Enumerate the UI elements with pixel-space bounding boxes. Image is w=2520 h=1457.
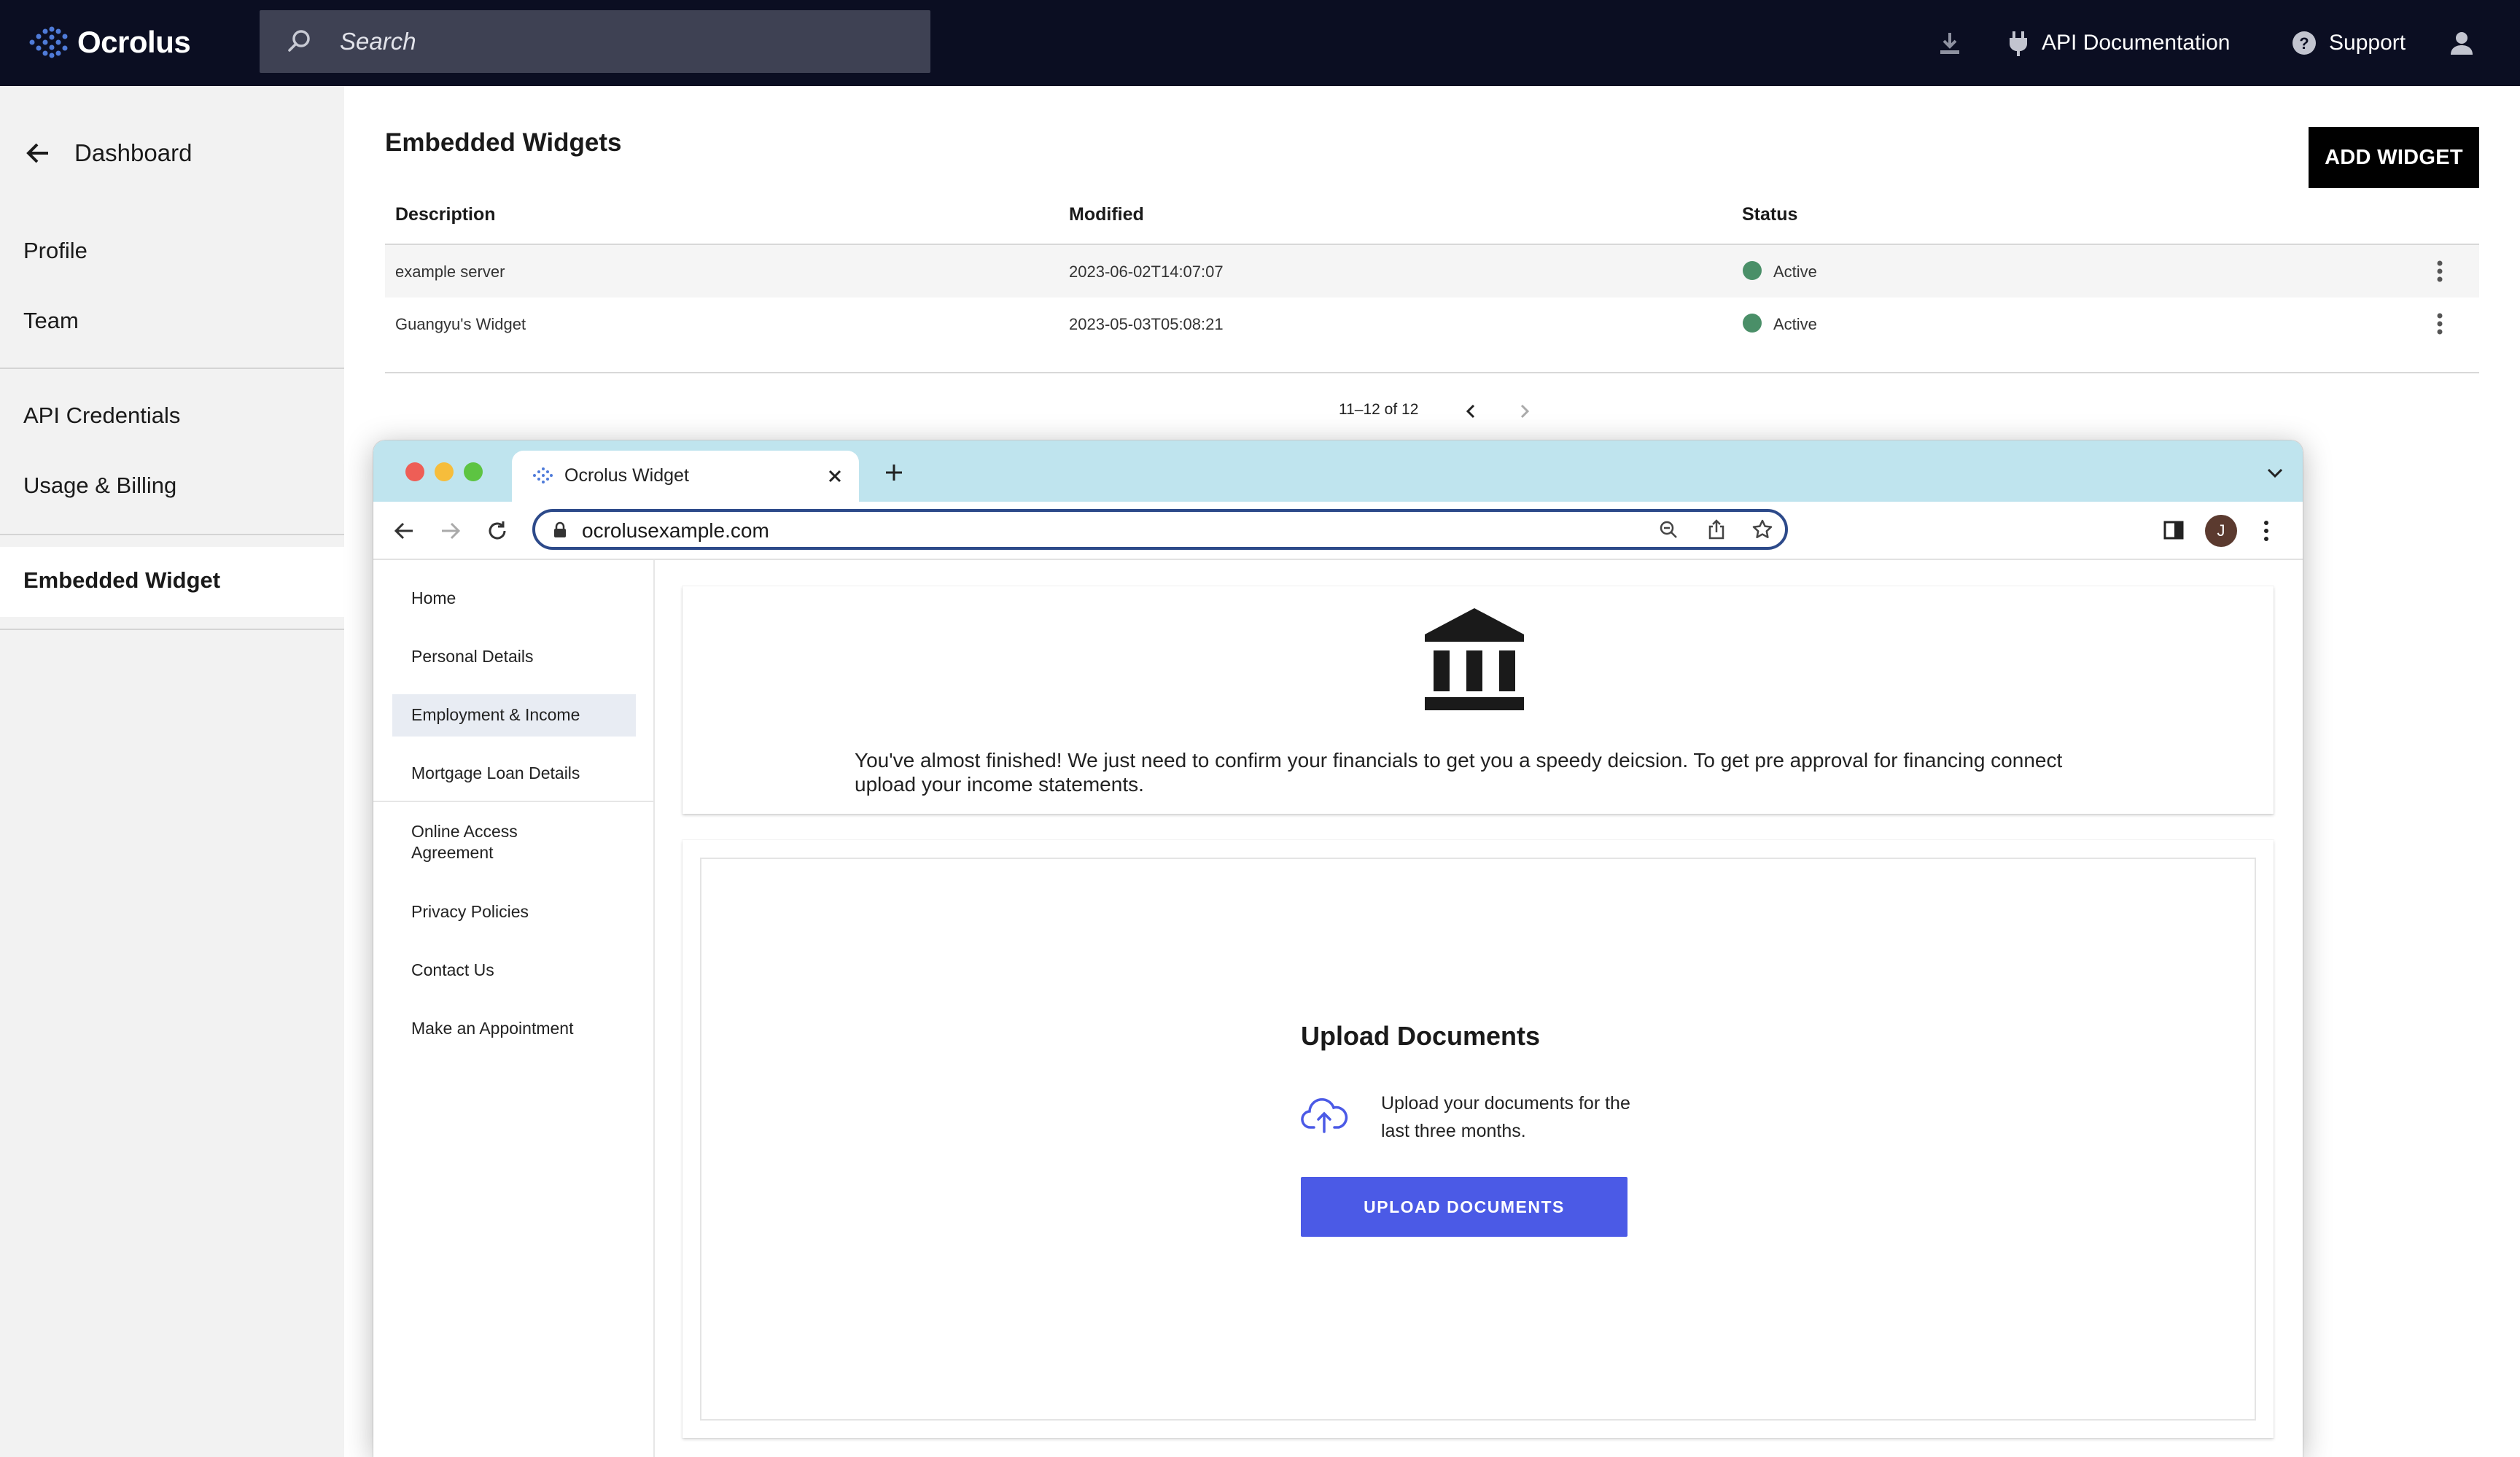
chevron-down-icon[interactable]: [2266, 467, 2284, 480]
help-icon: ?: [2292, 31, 2316, 55]
search-input[interactable]: [340, 10, 909, 73]
add-widget-button[interactable]: ADD WIDGET: [2309, 127, 2479, 188]
browser-tab-strip: Ocrolus Widget: [373, 440, 2303, 502]
bookmark-star-icon[interactable]: [1751, 518, 1773, 540]
row-status: Active: [1773, 315, 1817, 333]
sidebar-item-team[interactable]: Team: [23, 308, 79, 334]
ocrolus-favicon-icon: [533, 467, 553, 483]
reload-icon[interactable]: [486, 519, 509, 543]
browser-window: Ocrolus Widget ocrolusexample.com J Home…: [373, 440, 2303, 1457]
download-icon: [1940, 33, 1959, 54]
widget-nav-home[interactable]: Home: [411, 588, 456, 609]
page-title: Embedded Widgets: [385, 128, 622, 157]
search-icon: [288, 30, 310, 52]
lock-icon: [554, 521, 566, 537]
back-label: Dashboard: [74, 139, 192, 166]
row-description: Guangyu's Widget: [395, 315, 526, 333]
financials-message-card: You've almost finished! We just need to …: [682, 586, 2274, 814]
window-minimize-button[interactable]: [435, 462, 454, 481]
sidebar-divider: [0, 368, 344, 369]
address-bar[interactable]: ocrolusexample.com: [532, 509, 1788, 550]
financials-message: You've almost finished! We just need to …: [855, 749, 2063, 796]
share-icon[interactable]: [1706, 518, 1727, 540]
sidebar-item-embedded-widget[interactable]: Embedded Widget: [23, 567, 220, 594]
table-row[interactable]: example server 2023-06-02T14:07:07 Activ…: [385, 245, 2479, 298]
row-description: example server: [395, 263, 505, 281]
widget-nav-online-access-agreement[interactable]: Online Access Agreement: [411, 821, 572, 863]
cloud-upload-icon: [1301, 1097, 1348, 1133]
widget-sidebar: Home Personal Details Employment & Incom…: [373, 560, 655, 1457]
ocrolus-logo[interactable]: Ocrolus: [29, 25, 191, 60]
column-header-description[interactable]: Description: [395, 204, 496, 225]
table-row[interactable]: Guangyu's Widget 2023-05-03T05:08:21 Act…: [385, 298, 2479, 350]
window-close-button[interactable]: [405, 462, 424, 481]
download-button[interactable]: [1935, 0, 1964, 86]
table-footer-divider: [385, 372, 2479, 373]
upload-description: Upload your documents for the last three…: [1381, 1093, 1630, 1141]
next-page-icon[interactable]: [1515, 403, 1533, 420]
row-modified: 2023-05-03T05:08:21: [1069, 315, 1224, 333]
upload-documents-card: Upload Documents Upload your documents f…: [682, 840, 2274, 1438]
side-panel-icon[interactable]: [2163, 519, 2185, 541]
api-documentation-link[interactable]: API Documentation: [2007, 0, 2230, 86]
svg-text:?: ?: [2299, 34, 2309, 53]
search-bar[interactable]: [260, 10, 930, 73]
browser-menu-icon[interactable]: [2262, 518, 2271, 544]
brand-name: Ocrolus: [77, 25, 191, 59]
browser-tab[interactable]: Ocrolus Widget: [512, 451, 859, 502]
previous-page-icon[interactable]: [1463, 403, 1480, 420]
status-dot: [1743, 261, 1762, 280]
bank-icon: [1425, 608, 1524, 710]
close-tab-icon[interactable]: [827, 468, 843, 484]
browser-toolbar: ocrolusexample.com J: [373, 502, 2303, 560]
widget-nav-employment-income[interactable]: Employment & Income: [411, 704, 580, 726]
new-tab-icon[interactable]: [884, 462, 904, 483]
settings-sidebar: Dashboard Profile Team API Credentials U…: [0, 86, 344, 1457]
profile-avatar[interactable]: J: [2205, 515, 2237, 547]
widget-nav-personal-details[interactable]: Personal Details: [411, 646, 533, 667]
widget-nav-contact-us[interactable]: Contact Us: [411, 960, 494, 981]
url-text: ocrolusexample.com: [582, 519, 769, 542]
row-status: Active: [1773, 263, 1817, 281]
zoom-icon[interactable]: [1658, 519, 1679, 540]
sidebar-divider: [0, 534, 344, 535]
pagination-range: 11–12 of 12: [1339, 401, 1419, 418]
support-link[interactable]: ? Support: [2291, 0, 2406, 86]
sidebar-divider: [0, 629, 344, 630]
upload-documents-button[interactable]: UPLOAD DOCUMENTS: [1301, 1177, 1628, 1237]
row-modified: 2023-06-02T14:07:07: [1069, 263, 1224, 281]
widget-nav-privacy-policies[interactable]: Privacy Policies: [411, 901, 529, 922]
window-maximize-button[interactable]: [464, 462, 483, 481]
more-options-icon[interactable]: [2434, 258, 2446, 284]
arrow-left-icon: [26, 143, 48, 163]
forward-arrow-icon[interactable]: [439, 519, 462, 543]
widget-nav-make-appointment[interactable]: Make an Appointment: [411, 1018, 573, 1039]
tab-title: Ocrolus Widget: [564, 465, 689, 486]
back-arrow-icon[interactable]: [392, 519, 416, 543]
upload-dropzone[interactable]: Upload Documents Upload your documents f…: [700, 858, 2256, 1421]
more-options-icon[interactable]: [2434, 311, 2446, 337]
status-dot: [1743, 314, 1762, 333]
upload-title: Upload Documents: [1301, 1021, 1541, 1051]
sidebar-item-api-credentials[interactable]: API Credentials: [23, 403, 180, 429]
user-icon: [2451, 32, 2473, 55]
widget-nav-mortgage-loan-details[interactable]: Mortgage Loan Details: [411, 763, 580, 784]
plug-icon: [2010, 31, 2027, 56]
ocrolus-logo-icon: [29, 26, 68, 58]
top-bar: Ocrolus API Documentation ? Support: [0, 0, 2520, 86]
back-to-dashboard[interactable]: Dashboard: [23, 139, 192, 168]
sidebar-item-profile[interactable]: Profile: [23, 238, 88, 264]
sidebar-item-usage-billing[interactable]: Usage & Billing: [23, 473, 176, 499]
user-account-button[interactable]: [2447, 0, 2476, 86]
api-documentation-label: API Documentation: [2042, 31, 2231, 55]
column-header-status[interactable]: Status: [1742, 204, 1797, 225]
support-label: Support: [2329, 31, 2406, 55]
widget-nav-divider: [373, 801, 655, 802]
column-header-modified[interactable]: Modified: [1069, 204, 1144, 225]
